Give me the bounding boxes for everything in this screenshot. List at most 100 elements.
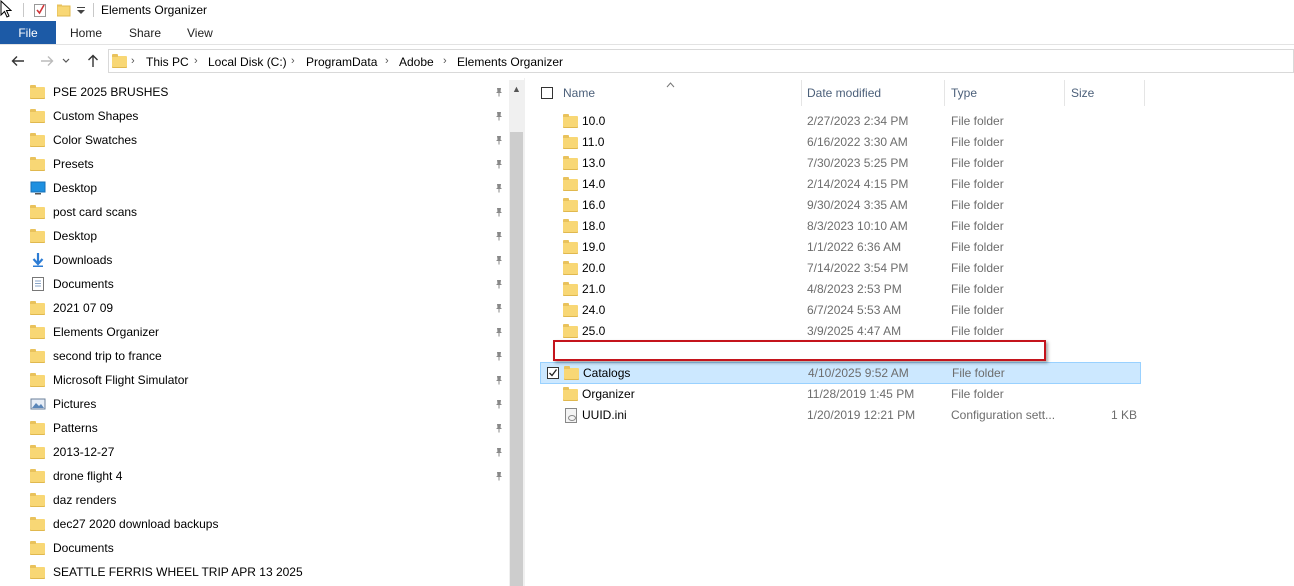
back-button[interactable]	[9, 52, 27, 70]
file-type: File folder	[951, 177, 1004, 191]
scroll-up-icon[interactable]: ▲	[509, 80, 524, 98]
pin-icon[interactable]	[494, 183, 504, 193]
sidebar-item-desktop[interactable]: Desktop	[30, 224, 510, 248]
file-row-13-0[interactable]: 13.0 7/30/2023 5:25 PM File folder	[540, 153, 1140, 174]
pin-icon[interactable]	[494, 279, 504, 289]
breadcrumb-separator-icon[interactable]: ›	[291, 55, 295, 67]
customize-qa-dropdown-icon[interactable]	[76, 4, 86, 16]
folder-icon	[563, 239, 579, 255]
sidebar-item-documents[interactable]: Documents	[30, 536, 510, 560]
file-row-21-0[interactable]: 21.0 4/8/2023 2:53 PM File folder	[540, 279, 1140, 300]
breadcrumb-local-disk[interactable]: Local Disk (C:)	[208, 55, 287, 69]
pin-icon[interactable]	[494, 471, 504, 481]
file-row-organizer[interactable]: Organizer 11/28/2019 1:45 PM File folder	[540, 384, 1140, 405]
sidebar-item-drone-flight-4[interactable]: drone flight 4	[30, 464, 510, 488]
sidebar-item-2021-07-09[interactable]: 2021 07 09	[30, 296, 510, 320]
column-divider[interactable]	[801, 80, 802, 106]
file-row-10-0[interactable]: 10.0 2/27/2023 2:34 PM File folder	[540, 111, 1140, 132]
file-name: 21.0	[582, 282, 606, 296]
sidebar-item-microsoft-flight-simulator[interactable]: Microsoft Flight Simulator	[30, 368, 510, 392]
sidebar-item-2013-12-27[interactable]: 2013-12-27	[30, 440, 510, 464]
file-date-modified: 2/27/2023 2:34 PM	[807, 114, 909, 128]
file-row-18-0[interactable]: 18.0 8/3/2023 10:10 AM File folder	[540, 216, 1140, 237]
sidebar-item-desktop[interactable]: Desktop	[30, 176, 510, 200]
forward-button[interactable]	[38, 52, 56, 70]
sidebar-item-seattle-ferris-wheel-trip-apr-13-2025[interactable]: SEATTLE FERRIS WHEEL TRIP APR 13 2025	[30, 560, 510, 584]
qa-separator	[23, 3, 24, 17]
column-header-size[interactable]: Size	[1071, 82, 1094, 104]
sidebar-item-label: Documents	[53, 277, 114, 291]
sidebar-item-label: second trip to france	[53, 349, 162, 363]
sidebar-item-color-swatches[interactable]: Color Swatches	[30, 128, 510, 152]
pin-icon[interactable]	[494, 423, 504, 433]
pin-icon[interactable]	[494, 87, 504, 97]
pin-icon[interactable]	[494, 447, 504, 457]
column-header-name[interactable]: Name	[563, 82, 595, 104]
file-row-catalogs[interactable]: Catalogs 4/10/2025 9:52 AM File folder	[540, 362, 1141, 384]
file-row-uuid-ini[interactable]: UUID.ini 1/20/2019 12:21 PM Configuration …	[540, 405, 1140, 426]
column-header-date-modified[interactable]: Date modified	[807, 82, 881, 104]
pin-icon[interactable]	[494, 255, 504, 265]
file-row-11-0[interactable]: 11.0 6/16/2022 3:30 AM File folder	[540, 132, 1140, 153]
pin-icon[interactable]	[494, 159, 504, 169]
properties-icon[interactable]	[34, 3, 47, 17]
recent-locations-button[interactable]	[61, 52, 71, 70]
sidebar-item-daz-renders[interactable]: daz renders	[30, 488, 510, 512]
breadcrumb-programdata[interactable]: ProgramData	[306, 55, 377, 69]
pin-icon[interactable]	[494, 327, 504, 337]
tab-share[interactable]: Share	[129, 21, 161, 44]
breadcrumb-separator-icon[interactable]: ›	[385, 55, 389, 67]
breadcrumb-adobe[interactable]: Adobe	[399, 55, 434, 69]
sidebar-item-elements-organizer[interactable]: Elements Organizer	[30, 320, 510, 344]
select-all-checkbox[interactable]	[541, 87, 553, 99]
file-row-19-0[interactable]: 19.0 1/1/2022 6:36 AM File folder	[540, 237, 1140, 258]
sidebar-item-dec27-2020-download-backups[interactable]: dec27 2020 download backups	[30, 512, 510, 536]
sidebar-item-documents[interactable]: Documents	[30, 272, 510, 296]
sidebar-item-label: Color Swatches	[53, 133, 138, 147]
pin-icon[interactable]	[494, 111, 504, 121]
sidebar-item-label: Downloads	[53, 253, 113, 267]
tab-view[interactable]: View	[187, 21, 213, 44]
sidebar-item-presets[interactable]: Presets	[30, 152, 510, 176]
pin-icon[interactable]	[494, 303, 504, 313]
sidebar-item-pictures[interactable]: Pictures	[30, 392, 510, 416]
sidebar-item-pse-2025-brushes[interactable]: PSE 2025 BRUSHES	[30, 80, 510, 104]
file-date-modified: 6/7/2024 5:53 AM	[807, 303, 902, 317]
row-checkbox[interactable]	[547, 367, 559, 379]
tab-home[interactable]: Home	[70, 21, 102, 44]
file-row-20-0[interactable]: 20.0 7/14/2022 3:54 PM File folder	[540, 258, 1140, 279]
pin-icon[interactable]	[494, 231, 504, 241]
sidebar-item-second-trip-to-france[interactable]: second trip to france	[30, 344, 510, 368]
file-row-16-0[interactable]: 16.0 9/30/2024 3:35 AM File folder	[540, 195, 1140, 216]
pin-icon[interactable]	[494, 375, 504, 385]
pin-icon[interactable]	[494, 207, 504, 217]
nav-scrollbar-thumb[interactable]	[510, 132, 523, 586]
pin-icon[interactable]	[494, 135, 504, 145]
sidebar-item-custom-shapes[interactable]: Custom Shapes	[30, 104, 510, 128]
column-divider[interactable]	[1144, 80, 1145, 106]
pin-icon[interactable]	[494, 399, 504, 409]
breadcrumb-elements-organizer[interactable]: Elements Organizer	[457, 55, 563, 69]
tab-file[interactable]: File	[0, 21, 56, 44]
breadcrumb-separator-icon[interactable]: ›	[443, 55, 447, 67]
sidebar-item-patterns[interactable]: Patterns	[30, 416, 510, 440]
sidebar-item-post-card-scans[interactable]: post card scans	[30, 200, 510, 224]
new-folder-icon[interactable]	[56, 4, 71, 17]
breadcrumb-separator-icon[interactable]: ›	[131, 55, 135, 67]
file-row-25-0[interactable]: 25.0 3/9/2025 4:47 AM File folder	[540, 321, 1140, 342]
column-divider[interactable]	[944, 80, 945, 106]
column-divider[interactable]	[1064, 80, 1065, 106]
file-row-14-0[interactable]: 14.0 2/14/2024 4:15 PM File folder	[540, 174, 1140, 195]
file-name: Organizer	[582, 387, 635, 401]
breadcrumb-separator-icon[interactable]: ›	[194, 55, 198, 67]
column-header-type[interactable]: Type	[951, 82, 977, 104]
pin-icon[interactable]	[494, 351, 504, 361]
sidebar-item-downloads[interactable]: Downloads	[30, 248, 510, 272]
file-row-24-0[interactable]: 24.0 6/7/2024 5:53 AM File folder	[540, 300, 1140, 321]
pane-divider[interactable]	[524, 78, 525, 586]
file-date-modified: 8/3/2023 10:10 AM	[807, 219, 908, 233]
up-button[interactable]	[84, 52, 102, 70]
file-name: 13.0	[582, 156, 606, 170]
breadcrumb-this-pc[interactable]: This PC	[146, 55, 189, 69]
file-type: File folder	[951, 156, 1004, 170]
